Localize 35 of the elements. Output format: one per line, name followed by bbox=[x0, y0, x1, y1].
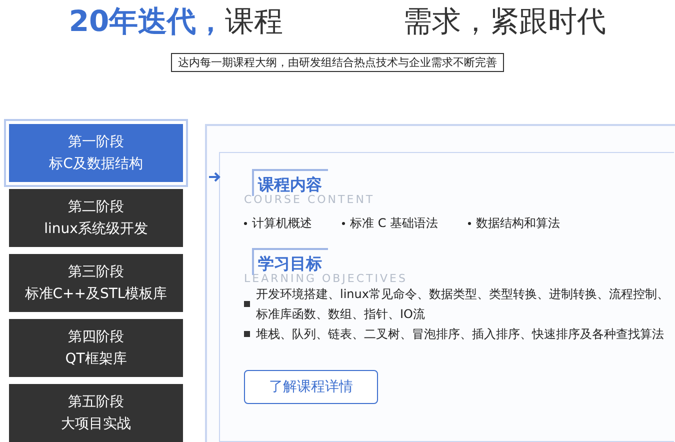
arrow-icon bbox=[209, 172, 221, 182]
section-heading: 课程内容 bbox=[252, 169, 328, 196]
details-button[interactable]: 了解课程详情 bbox=[244, 370, 378, 404]
stage-tab[interactable]: 第三阶段 标准C++及STL模板库 bbox=[9, 254, 183, 312]
stage-name: 标C及数据结构 bbox=[49, 155, 143, 174]
section-subtitle: COURSE CONTENT bbox=[244, 193, 375, 206]
objective-item: 开发环境搭建、linux常见命令、数据类型、类型转换、进制转换、流程控制、标准库函数、数组、指针、IO流 bbox=[256, 286, 670, 323]
stage-label: 第三阶段 bbox=[68, 263, 124, 282]
stage-tab[interactable]: 第五阶段 大项目实战 bbox=[9, 384, 183, 442]
subtitle: 达内每一期课程大纲，由研发组结合热点技术与企业需求不断完善 bbox=[171, 53, 504, 72]
bullet-icon bbox=[244, 222, 247, 225]
bullet-icon bbox=[244, 331, 250, 337]
section-heading: 学习目标 bbox=[252, 248, 328, 275]
objective-item: 堆栈、队列、链表、二叉树、冒泡排序、插入排序、快速排序及各种查找算法 bbox=[256, 326, 664, 343]
stage-name: QT框架库 bbox=[65, 350, 127, 369]
page-title: 课程 bbox=[225, 3, 284, 40]
stage-label: 第二阶段 bbox=[68, 198, 124, 217]
stage-tab[interactable]: 第四阶段 QT框架库 bbox=[9, 319, 183, 377]
page-title: 需求，紧跟时代 bbox=[403, 3, 606, 40]
section-subtitle: LEARNING OBJECTIVES bbox=[244, 272, 408, 285]
content-item: 标准 C 基础语法 bbox=[350, 215, 438, 232]
stage-tab[interactable]: 第二阶段 linux系统级开发 bbox=[9, 189, 183, 247]
bullet-icon bbox=[342, 222, 345, 225]
bullet-icon bbox=[244, 301, 250, 307]
stage-name: linux系统级开发 bbox=[44, 220, 148, 239]
content-item: 计算机概述 bbox=[252, 215, 312, 232]
stage-tab[interactable]: 第一阶段 标C及数据结构 bbox=[9, 124, 183, 182]
stage-label: 第五阶段 bbox=[68, 393, 124, 412]
stage-name: 大项目实战 bbox=[61, 415, 131, 434]
stage-label: 第一阶段 bbox=[68, 133, 124, 152]
stage-label: 第四阶段 bbox=[68, 328, 124, 347]
bullet-icon bbox=[468, 222, 472, 225]
content-item: 数据结构和算法 bbox=[476, 215, 560, 232]
stage-name: 标准C++及STL模板库 bbox=[24, 285, 168, 304]
title-highlight: 20年迭代， bbox=[68, 3, 226, 40]
